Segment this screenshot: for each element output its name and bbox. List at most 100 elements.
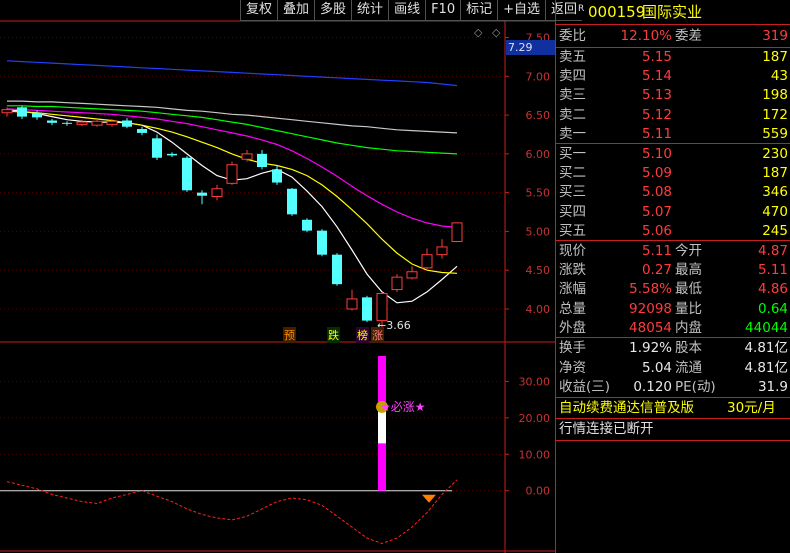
price-tick-label: 5.00 [526, 225, 551, 238]
candle-body [391, 276, 403, 291]
candle [257, 149, 267, 170]
stat-value: 48054 [629, 319, 672, 336]
stat-value: 5.11 [641, 243, 672, 259]
stat2-row: 换手 1.92% 股本 4.81亿 [555, 338, 790, 359]
moving-average-line [6, 109, 458, 304]
overlay-button[interactable]: 叠加 [277, 0, 315, 21]
candle [272, 165, 282, 185]
stat2-label: 换手 [559, 340, 586, 356]
candle-body [91, 120, 103, 126]
diamond-icon [422, 494, 436, 503]
bid-level-label: 买五 [559, 222, 586, 239]
weicha-label: 委差 [675, 28, 702, 44]
stat-value-2: 0.64 [757, 300, 788, 317]
stat2-value-2: 4.81亿 [744, 340, 788, 356]
candle [167, 152, 177, 157]
stat-row: 涨幅 5.58% 最低 4.86 [555, 279, 790, 300]
stat2-label-2: 股本 [675, 340, 702, 356]
price-tick-label: 4.00 [526, 303, 551, 316]
price-axis: 7.507.006.506.005.505.004.504.0030.0020.… [505, 32, 550, 498]
separator [555, 24, 790, 25]
ask-price: 5.14 [641, 68, 672, 85]
connection-status-text: 行情连接已断开 [559, 421, 654, 437]
stock-flag: R [578, 4, 585, 14]
candle [436, 239, 448, 259]
multi-stock-button[interactable]: 多股 [314, 0, 352, 21]
chart-grid [0, 20, 555, 553]
statistics-button[interactable]: 统计 [351, 0, 389, 21]
candle-body [376, 292, 388, 322]
candle-body [226, 164, 238, 184]
draw-line-button[interactable]: 画线 [388, 0, 426, 21]
mark-button[interactable]: 标记 [460, 0, 498, 21]
stock-code: 000159 [588, 3, 646, 21]
indicator-curve [6, 479, 458, 545]
candle-body [362, 297, 372, 321]
bid-level-row: 买五 5.06 245 [555, 221, 790, 242]
ask-volume: 172 [762, 106, 788, 123]
bid-price: 5.06 [641, 222, 672, 239]
stat2-row: 净资 5.04 流通 4.81亿 [555, 358, 790, 379]
candle [62, 121, 72, 126]
fuquan-button[interactable]: 复权 [240, 0, 278, 21]
moving-average-line [6, 60, 458, 87]
stat-label-2: 最高 [675, 262, 702, 279]
ask-level-row: 卖五 5.15 187 [555, 47, 790, 68]
candle [421, 248, 433, 271]
candle-body [272, 169, 282, 183]
candle-body [241, 153, 253, 160]
chart-diamond-nav-icon-2[interactable]: ◇ [492, 26, 500, 39]
ask-level-row: 卖一 5.11 559 [555, 124, 790, 145]
chart-toolbar: 复权 叠加 多股 统计 画线 F10 标记 +自选 返回 [240, 0, 583, 21]
candle-body [76, 121, 88, 125]
stat-value-2: 44044 [745, 319, 788, 336]
candle [451, 222, 463, 243]
stat2-row: 收益(三) 0.120 PE(动) 31.9 [555, 377, 790, 398]
candle-body [332, 254, 342, 285]
candle-body [451, 222, 463, 242]
connection-status: 行情连接已断开 [555, 419, 790, 440]
ask-level-label: 卖五 [559, 49, 586, 65]
current-price-marker: 7.29 [506, 40, 556, 55]
weibi-row: 委比 12.10% 委差 319 [555, 26, 790, 47]
ask-level-row: 卖二 5.12 172 [555, 105, 790, 126]
candle [332, 253, 342, 286]
bid-price: 5.09 [641, 165, 672, 182]
f10-button[interactable]: F10 [425, 0, 461, 21]
bid-price: 5.08 [641, 184, 672, 201]
candle-body [421, 254, 433, 269]
candle [346, 289, 358, 311]
stat-row: 总量 92098 量比 0.64 [555, 299, 790, 320]
candle [122, 118, 132, 129]
bid-level-row: 买一 5.10 230 [555, 144, 790, 165]
candle [406, 266, 418, 280]
promo-banner[interactable]: 自动续费通达信普及版 30元/月 [555, 398, 790, 419]
stat2-value-2: 31.9 [757, 379, 788, 395]
candle [362, 295, 372, 323]
bid-level-row: 买三 5.08 346 [555, 182, 790, 203]
candle-body [436, 246, 448, 256]
ask-price: 5.12 [641, 106, 672, 123]
stat-label-2: 内盘 [675, 319, 702, 336]
ask-level-label: 卖三 [559, 87, 586, 104]
weibi-label: 委比 [559, 28, 586, 44]
promo-price: 30元/月 [727, 400, 776, 416]
bid-volume: 470 [762, 203, 788, 220]
add-watchlist-button[interactable]: +自选 [497, 0, 546, 21]
candle-body [211, 188, 223, 198]
bid-level-row: 买二 5.09 187 [555, 163, 790, 184]
indicator-panel [0, 355, 458, 545]
ask-level-label: 卖二 [559, 106, 586, 123]
indicator-tick-label: 20.00 [519, 412, 551, 425]
ask-level-row: 卖三 5.13 198 [555, 85, 790, 106]
candle-body [346, 298, 358, 310]
indicator-tick-label: 10.00 [519, 448, 551, 461]
chart-diamond-nav-icon[interactable]: ◇ [474, 26, 482, 39]
bid-level-label: 买一 [559, 146, 586, 162]
candle [91, 118, 103, 127]
candle [152, 134, 162, 161]
kline-chart[interactable]: 7.507.006.506.005.505.004.504.0030.0020.… [0, 0, 555, 553]
bid-level-label: 买四 [559, 203, 586, 220]
bid-level-label: 买三 [559, 184, 586, 201]
stat-label: 外盘 [559, 319, 586, 336]
